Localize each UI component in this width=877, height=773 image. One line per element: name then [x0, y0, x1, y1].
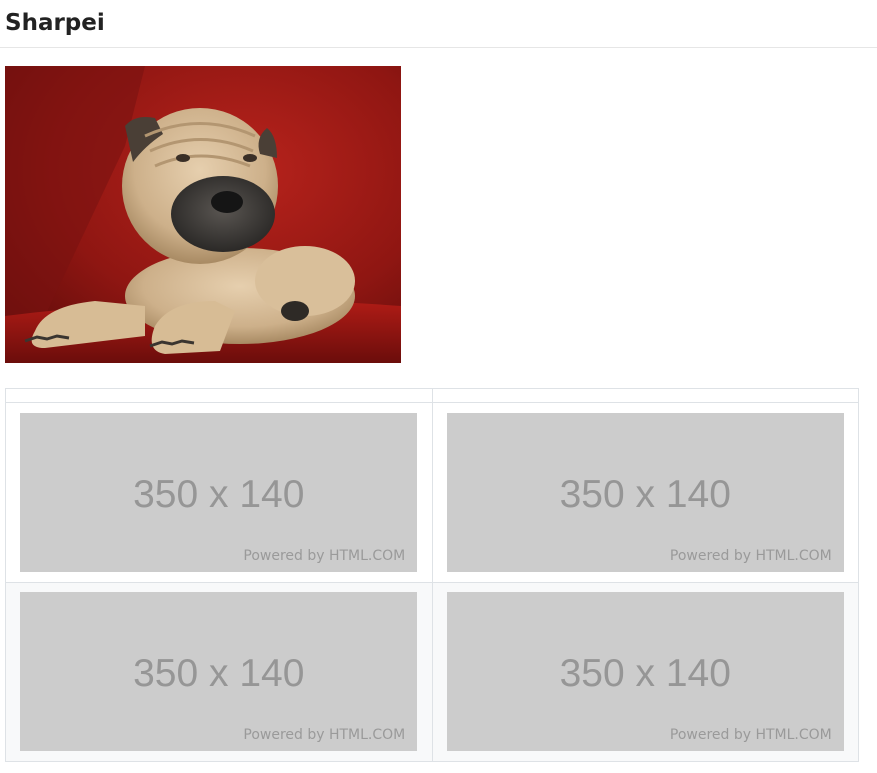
table-row: 350 x 140 Powered by HTML.COM 350 x 140 …: [5, 581, 859, 762]
placeholder-size-label: 350 x 140: [559, 652, 731, 696]
placeholder-size-label: 350 x 140: [133, 472, 305, 516]
sharpei-photo: [5, 66, 401, 363]
placeholder-size-label: 350 x 140: [133, 652, 305, 696]
table-cell: 350 x 140 Powered by HTML.COM: [431, 402, 859, 583]
table-cell: 350 x 140 Powered by HTML.COM: [431, 581, 859, 762]
placeholder-table: 350 x 140 Powered by HTML.COM 350 x 140 …: [5, 387, 859, 762]
table-cell: 350 x 140 Powered by HTML.COM: [5, 581, 433, 762]
placeholder-credit: Powered by HTML.COM: [243, 547, 406, 564]
placeholder-image: 350 x 140 Powered by HTML.COM: [446, 412, 844, 572]
placeholder-credit: Powered by HTML.COM: [243, 727, 406, 744]
placeholder-image: 350 x 140 Powered by HTML.COM: [446, 592, 844, 752]
placeholder-image: 350 x 140 Powered by HTML.COM: [20, 592, 418, 752]
page-title: Sharpei: [5, 10, 105, 36]
table-row: 350 x 140 Powered by HTML.COM 350 x 140 …: [5, 402, 859, 583]
placeholder-credit: Powered by HTML.COM: [669, 547, 832, 564]
placeholder-credit: Powered by HTML.COM: [669, 727, 832, 744]
placeholder-image: 350 x 140 Powered by HTML.COM: [20, 412, 418, 572]
table-header-row: [5, 387, 859, 404]
table-header-cell: [5, 387, 433, 404]
table-header-cell: [431, 387, 859, 404]
table-cell: 350 x 140 Powered by HTML.COM: [5, 402, 433, 583]
title-divider: [0, 47, 877, 48]
placeholder-size-label: 350 x 140: [559, 472, 731, 516]
